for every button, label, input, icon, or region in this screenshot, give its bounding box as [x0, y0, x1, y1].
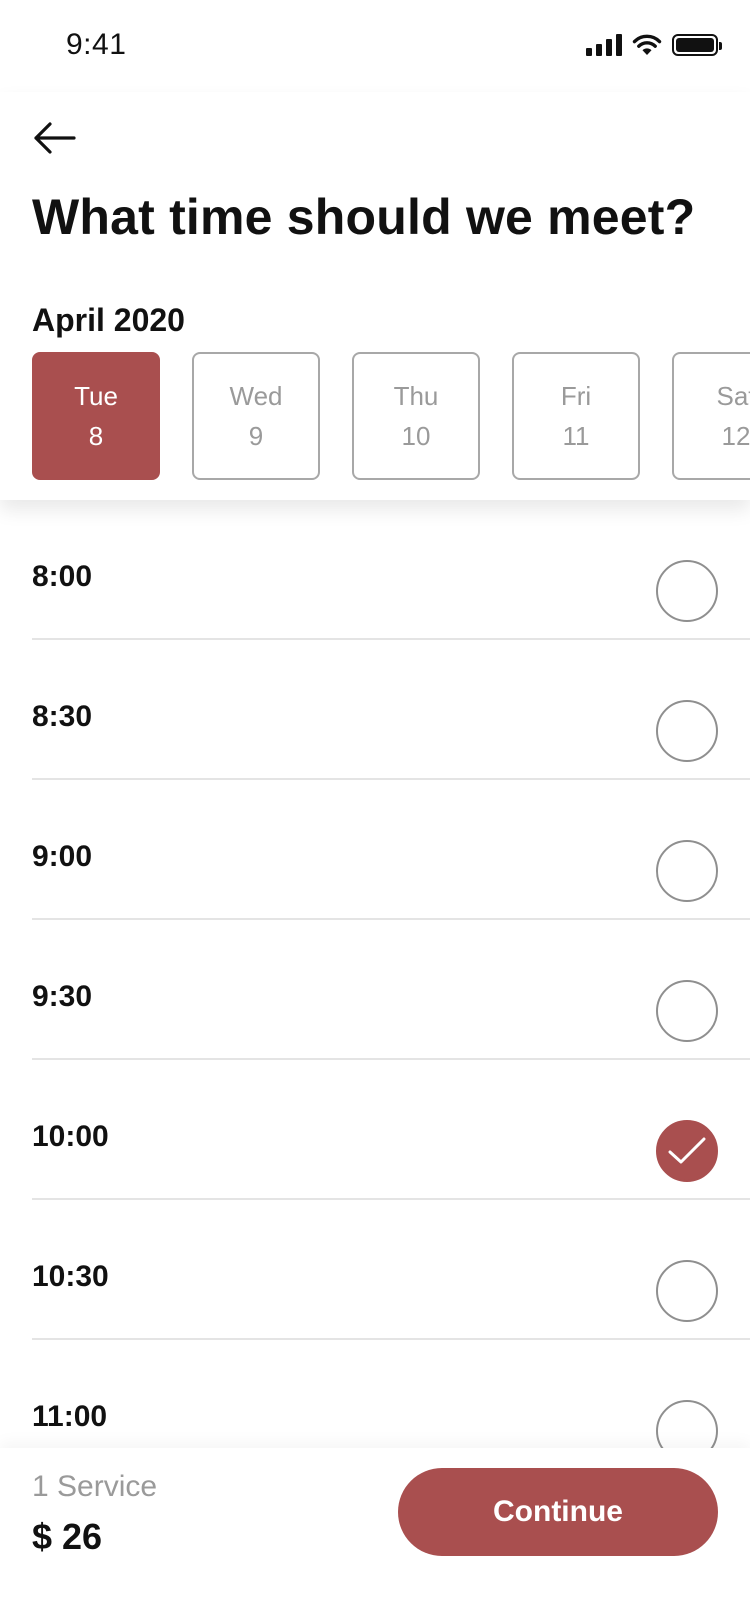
status-bar: 9:41	[0, 0, 750, 92]
time-slot-row[interactable]: 8:30	[0, 640, 750, 780]
radio-checked-icon[interactable]	[656, 1120, 718, 1182]
day-weekday: Thu	[393, 381, 439, 411]
total-price: $ 26	[32, 1516, 103, 1557]
month-label: April 2020	[32, 302, 185, 338]
service-count: 1 Service	[32, 1470, 158, 1503]
checkmark-icon	[668, 1137, 706, 1164]
radio-unchecked-icon[interactable]	[656, 1260, 718, 1322]
time-slot-row[interactable]: 9:30	[0, 920, 750, 1060]
day-selector: Tue 8 Wed 9 Thu 10 Fri 11 Sat 12	[32, 352, 750, 480]
day-weekday: Sat	[716, 381, 750, 411]
time-slot-row[interactable]: 8:00	[0, 500, 750, 640]
time-slot-label: 8:30	[32, 700, 93, 733]
day-weekday: Tue	[74, 381, 118, 411]
booking-footer: 1 Service $ 26 Continue	[0, 1448, 750, 1624]
time-slot-label: 9:30	[32, 980, 93, 1013]
day-weekday: Fri	[560, 381, 592, 411]
cellular-signal-icon	[586, 34, 622, 56]
day-chip-wed[interactable]: Wed 9	[192, 352, 320, 480]
day-weekday: Wed	[229, 381, 283, 411]
day-date: 11	[562, 421, 590, 451]
time-slot-label: 11:00	[32, 1400, 108, 1433]
arrow-left-icon	[34, 122, 76, 154]
status-time: 9:41	[66, 28, 127, 61]
time-slot-label: 9:00	[32, 840, 93, 873]
continue-button[interactable]: Continue	[398, 1468, 718, 1556]
battery-icon	[672, 34, 722, 56]
radio-unchecked-icon[interactable]	[656, 560, 718, 622]
time-slot-row[interactable]: 10:00	[0, 1060, 750, 1200]
time-slot-row[interactable]: 9:00	[0, 780, 750, 920]
radio-unchecked-icon[interactable]	[656, 700, 718, 762]
radio-unchecked-icon[interactable]	[656, 980, 718, 1042]
day-chip-tue[interactable]: Tue 8	[32, 352, 160, 480]
back-button[interactable]	[26, 110, 82, 166]
time-slot-row[interactable]: 10:30	[0, 1200, 750, 1340]
day-date: 10	[401, 421, 431, 451]
radio-unchecked-icon[interactable]	[656, 840, 718, 902]
day-date: 12	[721, 421, 750, 451]
status-icons	[586, 32, 722, 58]
time-slot-label: 8:00	[32, 560, 93, 593]
day-chip-sat[interactable]: Sat 12	[672, 352, 750, 480]
time-slot-list: 8:00 8:30 9:00 9:30 10:00 10:30 11:00	[0, 500, 750, 1480]
date-picker-header: What time should we meet? April 2020 Tue…	[0, 92, 750, 500]
time-slot-label: 10:00	[32, 1120, 109, 1153]
day-date: 8	[88, 421, 104, 451]
time-slot-label: 10:30	[32, 1260, 109, 1293]
day-chip-fri[interactable]: Fri 11	[512, 352, 640, 480]
day-date: 9	[248, 421, 264, 451]
page-title: What time should we meet?	[32, 189, 696, 245]
day-chip-thu[interactable]: Thu 10	[352, 352, 480, 480]
wifi-icon	[632, 34, 662, 55]
